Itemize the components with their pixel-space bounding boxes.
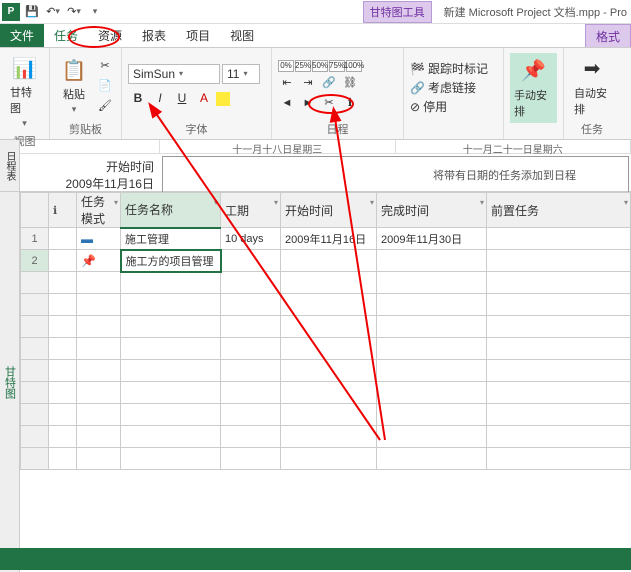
table-row[interactable] bbox=[21, 448, 631, 470]
table-row[interactable] bbox=[21, 404, 631, 426]
table-row[interactable] bbox=[21, 338, 631, 360]
unlink-icon[interactable]: ⛓ bbox=[341, 74, 359, 92]
name-cell-editing[interactable]: 施工方的项目管理 bbox=[121, 250, 221, 272]
underline-button[interactable]: U bbox=[172, 88, 192, 108]
flag-icon: 🏁 bbox=[410, 62, 425, 76]
col-duration[interactable]: 工期▾ bbox=[221, 193, 281, 228]
gantt-view-button[interactable]: 📊甘特图▾ bbox=[6, 52, 43, 131]
italic-button[interactable]: I bbox=[150, 88, 170, 108]
qat-customize-icon[interactable]: ▾ bbox=[86, 3, 104, 21]
auto-icon: ➡ bbox=[578, 55, 606, 83]
mode-cell[interactable]: ▬ bbox=[77, 228, 121, 250]
info-cell bbox=[49, 228, 77, 250]
col-start[interactable]: 开始时间▾ bbox=[281, 193, 377, 228]
timeline-date-mid: 十一月十八日星期三 bbox=[160, 140, 396, 153]
outdent-icon[interactable]: ⇤ bbox=[278, 74, 296, 92]
ribbon: 📊甘特图▾ 视图 📋粘贴▾ ✂ 📄 🖌 剪贴板 SimSun▾ 11▾ B I … bbox=[0, 48, 631, 140]
table-row[interactable] bbox=[21, 426, 631, 448]
group-label-font: 字体 bbox=[128, 119, 265, 137]
percent-complete-buttons[interactable]: 0%25%50%75%100% bbox=[278, 60, 362, 72]
format-painter-icon[interactable]: 🖌 bbox=[96, 97, 114, 115]
contextual-tab-label: 甘特图工具 bbox=[363, 1, 432, 23]
group-label-clipboard: 剪贴板 bbox=[56, 119, 115, 137]
redo-icon[interactable]: ↷▾ bbox=[65, 3, 83, 21]
task-grid[interactable]: ℹ 任务模式▾ 任务名称▾ 工期▾ 开始时间▾ 完成时间▾ 前置任务▾ 1 ▬ … bbox=[20, 192, 631, 572]
copy-icon[interactable]: 📄 bbox=[96, 77, 114, 95]
respect-links-button[interactable]: 🔗考虑链接 bbox=[410, 79, 488, 96]
table-row[interactable] bbox=[21, 272, 631, 294]
font-name-select[interactable]: SimSun▾ bbox=[128, 64, 220, 84]
font-color-button[interactable]: A bbox=[194, 88, 214, 108]
paste-icon: 📋 bbox=[60, 56, 88, 84]
timeline-spacer bbox=[20, 140, 160, 153]
tab-project[interactable]: 项目 bbox=[176, 24, 220, 47]
finish-cell[interactable]: 2009年11月30日 bbox=[377, 228, 487, 250]
group-label-tasks: 任务 bbox=[570, 119, 614, 137]
app-icon[interactable]: P bbox=[2, 3, 20, 21]
document-title: 新建 Microsoft Project 文档.mpp - Pro bbox=[444, 4, 627, 20]
col-rownum[interactable] bbox=[21, 193, 49, 228]
split-task-icon[interactable]: ✂ bbox=[320, 94, 338, 112]
bold-button[interactable]: B bbox=[128, 88, 148, 108]
col-info[interactable]: ℹ bbox=[49, 193, 77, 228]
track-mark-button[interactable]: 🏁跟踪时标记 bbox=[410, 60, 488, 77]
table-row[interactable] bbox=[21, 360, 631, 382]
timeline-date-end: 十一月二十一日星期六 bbox=[396, 140, 631, 153]
title-bar: P 💾 ↶▾ ↷▾ ▾ 甘特图工具 新建 Microsoft Project 文… bbox=[0, 0, 631, 24]
col-name[interactable]: 任务名称▾ bbox=[121, 193, 221, 228]
col-mode[interactable]: 任务模式▾ bbox=[77, 193, 121, 228]
table-row[interactable] bbox=[21, 294, 631, 316]
auto-mode-icon: ▬ bbox=[81, 232, 93, 246]
link-icon[interactable]: 🔗 bbox=[320, 74, 338, 92]
fill-color-button[interactable] bbox=[216, 92, 230, 106]
gantt-side-label: 甘特图 bbox=[0, 192, 20, 572]
auto-schedule-button[interactable]: ➡自动安排 bbox=[570, 53, 614, 119]
deactivate-button[interactable]: ⊘停用 bbox=[410, 98, 488, 115]
manual-schedule-button[interactable]: 📌手动安排 bbox=[510, 53, 557, 123]
move-right-icon[interactable]: ► bbox=[299, 94, 317, 112]
pred-cell[interactable] bbox=[487, 228, 631, 250]
tab-format[interactable]: 格式 bbox=[585, 24, 631, 47]
link-respect-icon: 🔗 bbox=[410, 81, 425, 95]
tab-resource[interactable]: 资源 bbox=[88, 24, 132, 47]
name-cell[interactable]: 施工管理 bbox=[121, 228, 221, 250]
indent-icon[interactable]: ⇥ bbox=[299, 74, 317, 92]
save-icon[interactable]: 💾 bbox=[23, 3, 41, 21]
table-row[interactable]: 1 ▬ 施工管理 10 days 2009年11月16日 2009年11月30日 bbox=[21, 228, 631, 250]
font-size-select[interactable]: 11▾ bbox=[222, 64, 260, 84]
timeline-bar[interactable]: 将带有日期的任务添加到日程 bbox=[162, 156, 629, 194]
group-label-schedule: 日程 bbox=[278, 119, 397, 137]
pin-icon: 📌 bbox=[520, 57, 548, 85]
move-left-icon[interactable]: ◄ bbox=[278, 94, 296, 112]
ribbon-tabs: 文件 任务 资源 报表 项目 视图 格式 bbox=[0, 24, 631, 48]
undo-icon[interactable]: ↶▾ bbox=[44, 3, 62, 21]
timeline-side-label: 日程表 bbox=[0, 140, 20, 191]
cut-icon[interactable]: ✂ bbox=[96, 57, 114, 75]
stop-icon: ⊘ bbox=[410, 100, 420, 114]
tab-view[interactable]: 视图 bbox=[220, 24, 264, 47]
table-row[interactable]: 2 📌 施工方的项目管理 bbox=[21, 250, 631, 272]
col-finish[interactable]: 完成时间▾ bbox=[377, 193, 487, 228]
tab-task[interactable]: 任务 bbox=[44, 24, 88, 47]
start-cell[interactable]: 2009年11月16日 bbox=[281, 228, 377, 250]
gantt-icon: 📊 bbox=[11, 54, 39, 82]
col-predecessors[interactable]: 前置任务▾ bbox=[487, 193, 631, 228]
header-row: ℹ 任务模式▾ 任务名称▾ 工期▾ 开始时间▾ 完成时间▾ 前置任务▾ bbox=[21, 193, 631, 228]
table-row[interactable] bbox=[21, 316, 631, 338]
information-icon[interactable]: ℹ bbox=[341, 94, 359, 112]
manual-mode-icon: 📌 bbox=[81, 254, 96, 268]
tab-report[interactable]: 报表 bbox=[132, 24, 176, 47]
timeline-start-block: 开始时间 2009年11月16日 bbox=[20, 154, 160, 196]
duration-cell[interactable]: 10 days bbox=[221, 228, 281, 250]
table-row[interactable] bbox=[21, 382, 631, 404]
timeline-pane: 日程表 十一月十八日星期三 十一月二十一日星期六 开始时间 2009年11月16… bbox=[0, 140, 631, 192]
status-bar bbox=[0, 548, 631, 570]
tab-file[interactable]: 文件 bbox=[0, 24, 44, 47]
paste-button[interactable]: 📋粘贴▾ bbox=[56, 54, 92, 117]
